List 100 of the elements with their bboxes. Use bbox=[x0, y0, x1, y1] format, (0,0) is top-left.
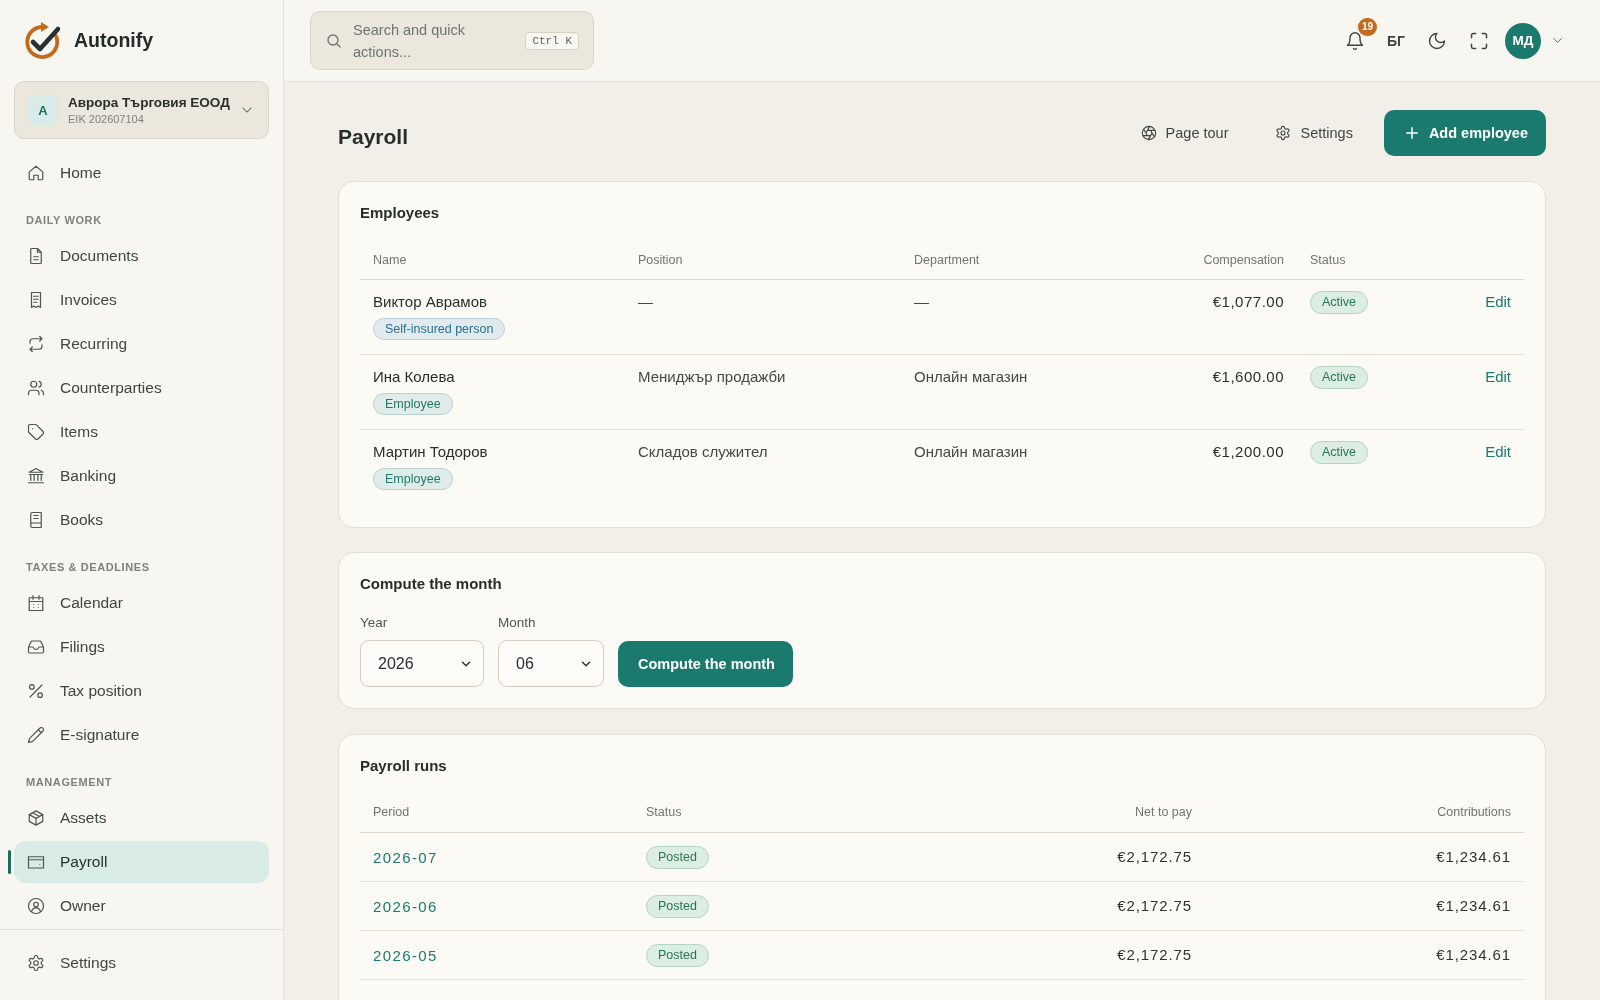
column-header: Department bbox=[914, 252, 980, 267]
compensation-amount: €1,077.00 bbox=[1212, 292, 1284, 312]
add-employee-button[interactable]: Add employee bbox=[1383, 110, 1546, 156]
net-pay-amount: €2,172.75 bbox=[1117, 945, 1192, 965]
employee-name: Ина Колева bbox=[373, 367, 455, 387]
sidebar-item[interactable]: Calendar bbox=[14, 582, 269, 624]
book-icon bbox=[27, 511, 45, 529]
sidebar-item[interactable]: Filings bbox=[14, 626, 269, 668]
column-header: Status bbox=[646, 805, 682, 819]
column-header: Period bbox=[373, 805, 410, 819]
status-badge: Active bbox=[1310, 291, 1369, 314]
column-header: Contributions bbox=[1437, 805, 1511, 819]
fullscreen-icon bbox=[1469, 30, 1489, 51]
status-badge: Active bbox=[1310, 441, 1369, 464]
section-heading: DAILY WORK bbox=[26, 213, 102, 227]
month-select[interactable]: 06 bbox=[498, 640, 604, 687]
section-heading: MANAGEMENT bbox=[26, 775, 113, 789]
column-header: Status bbox=[1310, 252, 1346, 267]
package-icon bbox=[27, 809, 45, 827]
search-icon bbox=[326, 32, 342, 49]
contributions-amount: €1,234.61 bbox=[1436, 945, 1511, 965]
sidebar-item[interactable]: Owner bbox=[14, 885, 269, 927]
page-title: Payroll bbox=[338, 125, 409, 149]
notification-count: 19 bbox=[1358, 17, 1378, 36]
employee-name: Мартин Тодоров bbox=[373, 442, 488, 462]
tray-icon bbox=[27, 638, 45, 656]
sidebar-item[interactable]: E-signature bbox=[14, 714, 269, 756]
settings-icon bbox=[27, 954, 45, 972]
department-text: Онлайн магазин bbox=[914, 442, 1028, 462]
page-tour-button[interactable]: Page tour bbox=[1124, 110, 1245, 156]
net-pay-amount: €2,172.75 bbox=[1117, 847, 1192, 867]
status-badge: Posted bbox=[646, 894, 709, 918]
employee-type-tag: Employee bbox=[373, 468, 453, 490]
department-text: — bbox=[914, 292, 929, 312]
card-title: Payroll runs bbox=[360, 756, 447, 776]
pencil-icon bbox=[27, 726, 45, 744]
period-link[interactable]: 2026-06 bbox=[373, 897, 438, 915]
edit-link[interactable]: Edit bbox=[1485, 292, 1511, 312]
brand-name: Autonify bbox=[74, 29, 154, 52]
shortcut-hint: Ctrl K bbox=[525, 31, 579, 50]
department-text: Онлайн магазин bbox=[914, 367, 1028, 387]
user-avatar[interactable]: МД bbox=[1505, 22, 1541, 59]
organization-switcher[interactable]: A Аврора Търговия ЕООД EIK 202607104 bbox=[14, 81, 269, 139]
card-title: Compute the month bbox=[360, 574, 502, 594]
status-badge: Active bbox=[1310, 366, 1369, 389]
search-bar[interactable]: Search and quick actions... Ctrl K bbox=[310, 11, 594, 70]
status-badge: Posted bbox=[646, 845, 709, 869]
document-icon bbox=[27, 247, 45, 265]
column-header: Net to pay bbox=[1135, 805, 1192, 819]
year-select[interactable]: 2026 bbox=[360, 640, 484, 687]
tag-icon bbox=[27, 423, 45, 441]
sidebar-item[interactable]: Home bbox=[14, 152, 269, 194]
column-header: Name bbox=[373, 252, 407, 267]
organization-name: Аврора Търговия ЕООД bbox=[68, 95, 230, 110]
sidebar-item[interactable]: Documents bbox=[14, 235, 269, 277]
sidebar-item[interactable]: Recurring bbox=[14, 323, 269, 365]
sidebar-item[interactable]: Books bbox=[14, 499, 269, 541]
sidebar-item[interactable]: Assets bbox=[14, 797, 269, 839]
net-pay-amount: €2,172.75 bbox=[1117, 896, 1192, 916]
calendar-icon bbox=[27, 594, 45, 612]
sidebar-item[interactable]: Tax position bbox=[14, 670, 269, 712]
people-icon bbox=[27, 379, 45, 397]
compute-button[interactable]: Compute the month bbox=[618, 641, 793, 687]
aperture-icon bbox=[1140, 125, 1157, 141]
plus-icon bbox=[1403, 125, 1420, 141]
contributions-amount: €1,234.61 bbox=[1436, 847, 1511, 867]
position-text: Складов служител bbox=[638, 442, 768, 462]
percent-icon bbox=[27, 682, 45, 700]
settings-icon bbox=[1275, 125, 1292, 141]
period-link[interactable]: 2026-07 bbox=[373, 848, 438, 866]
position-text: Мениджър продажби bbox=[638, 367, 786, 387]
field-label: Month bbox=[498, 615, 536, 631]
repeat-arrows-icon bbox=[27, 335, 45, 353]
card-title: Employees bbox=[360, 203, 440, 223]
edit-link[interactable]: Edit bbox=[1485, 442, 1511, 462]
search-field[interactable]: Search and quick actions... bbox=[353, 18, 503, 63]
compensation-amount: €1,200.00 bbox=[1212, 442, 1284, 462]
sidebar-item[interactable]: Settings bbox=[14, 942, 269, 984]
status-badge: Posted bbox=[646, 943, 709, 967]
edit-link[interactable]: Edit bbox=[1485, 367, 1511, 387]
settings-button[interactable]: Settings bbox=[1259, 110, 1369, 156]
organization-tax-id: EIK 202607104 bbox=[68, 113, 144, 125]
logo-icon bbox=[22, 20, 62, 61]
moon-icon bbox=[1427, 30, 1447, 51]
period-link[interactable]: 2026-05 bbox=[373, 946, 438, 964]
sidebar-item[interactable]: Invoices bbox=[14, 279, 269, 321]
column-header: Compensation bbox=[1203, 252, 1284, 267]
sidebar-item[interactable]: Items bbox=[14, 411, 269, 453]
sidebar-item[interactable]: Counterparties bbox=[14, 367, 269, 409]
wallet-icon bbox=[27, 853, 45, 871]
organization-avatar: A bbox=[28, 95, 58, 125]
bank-icon bbox=[27, 467, 45, 485]
language-button[interactable]: БГ bbox=[1381, 24, 1411, 57]
compensation-amount: €1,600.00 bbox=[1212, 367, 1284, 387]
column-header: Position bbox=[638, 252, 683, 267]
contributions-amount: €1,234.61 bbox=[1436, 896, 1511, 916]
sidebar-item[interactable]: Banking bbox=[14, 455, 269, 497]
employee-name: Виктор Аврамов bbox=[373, 292, 487, 312]
position-text: — bbox=[638, 292, 653, 312]
active-bar-icon bbox=[8, 850, 11, 874]
